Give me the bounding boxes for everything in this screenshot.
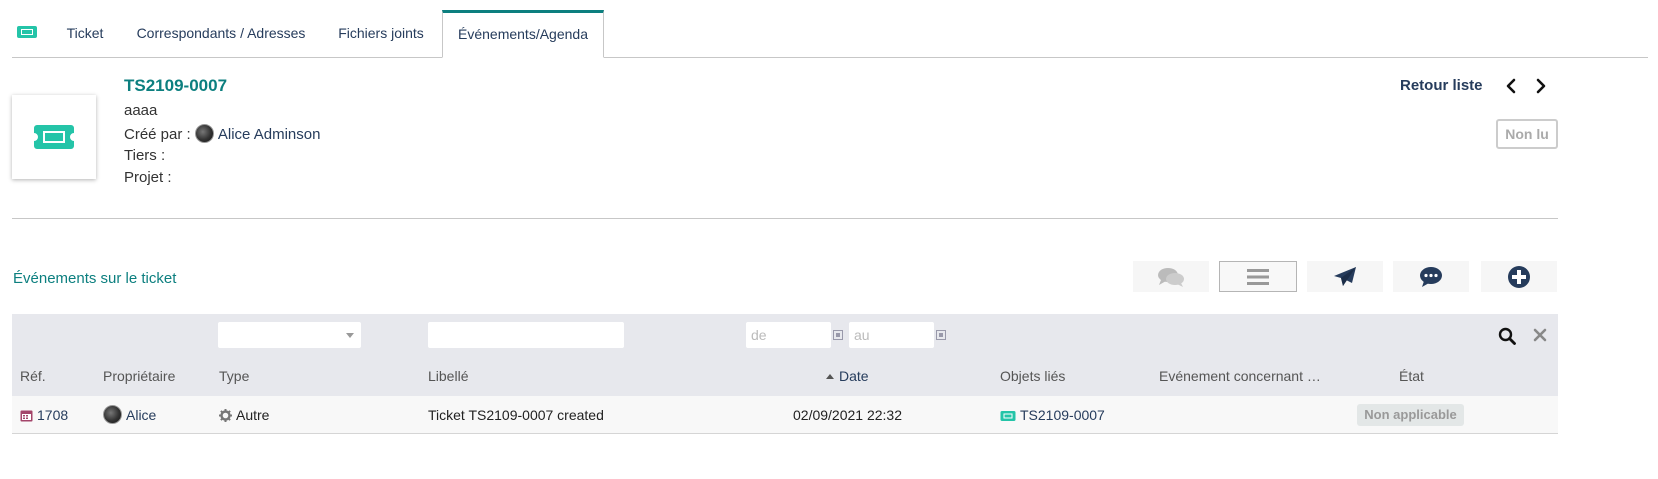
tiers-label: Tiers :: [124, 147, 166, 164]
banner-divider: [12, 218, 1558, 219]
comments-icon: [1158, 267, 1184, 287]
close-icon[interactable]: [1532, 327, 1548, 343]
column-header-state[interactable]: État: [1399, 368, 1424, 384]
plus-circle-icon: [1508, 265, 1530, 288]
gear-icon: [219, 409, 232, 422]
column-header-label[interactable]: Libellé: [428, 368, 468, 384]
event-type-label: Autre: [236, 407, 270, 423]
events-table-header: Réf. Propriétaire Type Libellé Date Obje…: [12, 314, 1558, 396]
add-event-button[interactable]: [1481, 261, 1557, 292]
avatar: [194, 124, 214, 143]
tabs-divider: [12, 57, 1648, 58]
date-from-input[interactable]: [746, 322, 831, 348]
column-header-date[interactable]: Date: [826, 368, 869, 384]
event-owner-link[interactable]: Alice: [103, 405, 156, 424]
ticket-ref: TS2109-0007: [124, 76, 228, 95]
event-date: 02/09/2021 22:32: [793, 407, 902, 423]
date-to-input[interactable]: [849, 322, 934, 348]
tab-events-agenda[interactable]: Événements/Agenda: [442, 10, 604, 58]
created-by: Créé par : Alice Adminson: [124, 124, 320, 143]
table-row: 1708 Alice Autre Ticket TS2109-0007 crea…: [12, 396, 1558, 434]
search-icon[interactable]: [1498, 327, 1516, 345]
comments-button[interactable]: [1133, 261, 1209, 292]
paper-plane-icon: [1334, 266, 1356, 286]
sort-asc-icon: [826, 374, 834, 379]
ticket-icon: [16, 24, 38, 40]
unread-status-button[interactable]: Non lu: [1496, 119, 1558, 149]
status-badge: Non applicable: [1357, 404, 1464, 426]
ticket-logo: [12, 95, 96, 179]
label-filter-input[interactable]: [428, 322, 624, 348]
column-header-linked-objects[interactable]: Objets liés: [1000, 368, 1065, 384]
event-ref-link[interactable]: 1708: [20, 407, 68, 423]
back-to-list-link[interactable]: Retour liste: [1400, 77, 1483, 94]
column-header-ref[interactable]: Réf.: [20, 368, 46, 384]
event-ref: 1708: [37, 407, 69, 423]
calendar-icon[interactable]: [936, 330, 946, 340]
column-header-date-label: Date: [839, 368, 869, 384]
linked-object-link[interactable]: TS2109-0007: [1000, 407, 1105, 423]
event-label: Ticket TS2109-0007 created: [428, 407, 604, 423]
project-label: Projet :: [124, 169, 172, 186]
chevron-right-icon[interactable]: [1533, 76, 1549, 96]
tab-contacts-addresses[interactable]: Correspondants / Adresses: [122, 10, 320, 58]
chevron-left-icon[interactable]: [1503, 76, 1519, 96]
type-filter-select[interactable]: [218, 322, 361, 348]
message-button[interactable]: [1393, 261, 1469, 292]
tab-attached-files[interactable]: Fichiers joints: [322, 10, 440, 58]
events-section-title: Événements sur le ticket: [13, 270, 177, 287]
column-header-type[interactable]: Type: [219, 368, 249, 384]
linked-object-ref: TS2109-0007: [1020, 407, 1105, 423]
send-button[interactable]: [1307, 261, 1383, 292]
column-header-concerning[interactable]: Evénement concernant …: [1159, 368, 1327, 384]
calendar-icon: [20, 410, 33, 422]
ticket-icon: [1000, 411, 1016, 421]
created-by-user-link[interactable]: Alice Adminson: [218, 126, 321, 143]
ticket-icon: [34, 125, 74, 149]
event-owner: Alice: [126, 407, 157, 423]
event-type: Autre: [219, 407, 269, 423]
created-by-label: Créé par :: [124, 126, 191, 143]
column-header-owner[interactable]: Propriétaire: [103, 368, 175, 384]
tab-bar: Ticket Correspondants / Adresses Fichier…: [0, 0, 1658, 58]
tab-ticket[interactable]: Ticket: [52, 10, 118, 58]
list-icon: [1247, 268, 1269, 285]
chat-bubble-icon: [1420, 266, 1442, 287]
calendar-icon[interactable]: [833, 330, 843, 340]
ticket-subject: aaaa: [124, 102, 158, 119]
avatar: [103, 405, 122, 424]
caret-down-icon: [346, 333, 354, 338]
list-view-button[interactable]: [1219, 261, 1297, 292]
